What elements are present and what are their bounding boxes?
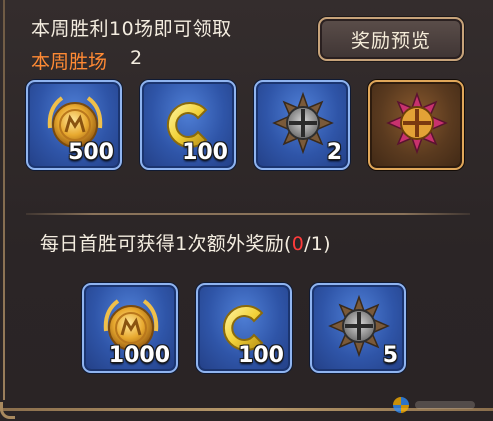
daily-first-win-current: 0: [291, 233, 305, 255]
reward-count: 2: [326, 140, 342, 165]
reward-count: 5: [382, 343, 398, 368]
daily-reward-slot-gold-medal[interactable]: 1000: [82, 283, 178, 373]
weekly-wins-value: 2: [130, 47, 143, 69]
watermark-logo-icon: [393, 397, 409, 413]
daily-reward-slot-c-token[interactable]: 100: [196, 283, 292, 373]
pink-compass-emblem-icon: [386, 91, 448, 155]
daily-first-win-label: 每日首胜可获得1次额外奖励(: [40, 233, 292, 255]
weekly-reward-slot-pink-compass-emblem[interactable]: [368, 80, 464, 170]
panel-frame-left: [3, 0, 5, 400]
daily-reward-slot-compass-emblem[interactable]: 5: [310, 283, 406, 373]
reward-count: 1000: [108, 343, 170, 368]
weekly-reward-slot-compass-emblem[interactable]: 2: [254, 80, 350, 170]
daily-first-win-text: 每日首胜可获得1次额外奖励(0/1): [40, 229, 331, 256]
panel-frame-corner: [0, 402, 15, 419]
reward-panel: 本周胜利10场即可领取 本周胜场 2 奖励预览 500 100 2 每日首胜可获…: [0, 0, 493, 421]
weekly-goal-title: 本周胜利10场即可领取: [31, 18, 232, 40]
watermark-text-blur: [415, 401, 475, 409]
weekly-wins-label: 本周胜场: [31, 51, 108, 73]
weekly-reward-slot-c-token[interactable]: 100: [140, 80, 236, 170]
reward-count: 500: [68, 140, 114, 165]
watermark: [393, 397, 475, 413]
daily-first-win-total: /1): [304, 233, 331, 255]
weekly-reward-slot-gold-medal[interactable]: 500: [26, 80, 122, 170]
reward-preview-button[interactable]: 奖励预览: [318, 17, 464, 61]
section-divider: [26, 213, 470, 215]
reward-count: 100: [182, 140, 228, 165]
reward-count: 100: [238, 343, 284, 368]
